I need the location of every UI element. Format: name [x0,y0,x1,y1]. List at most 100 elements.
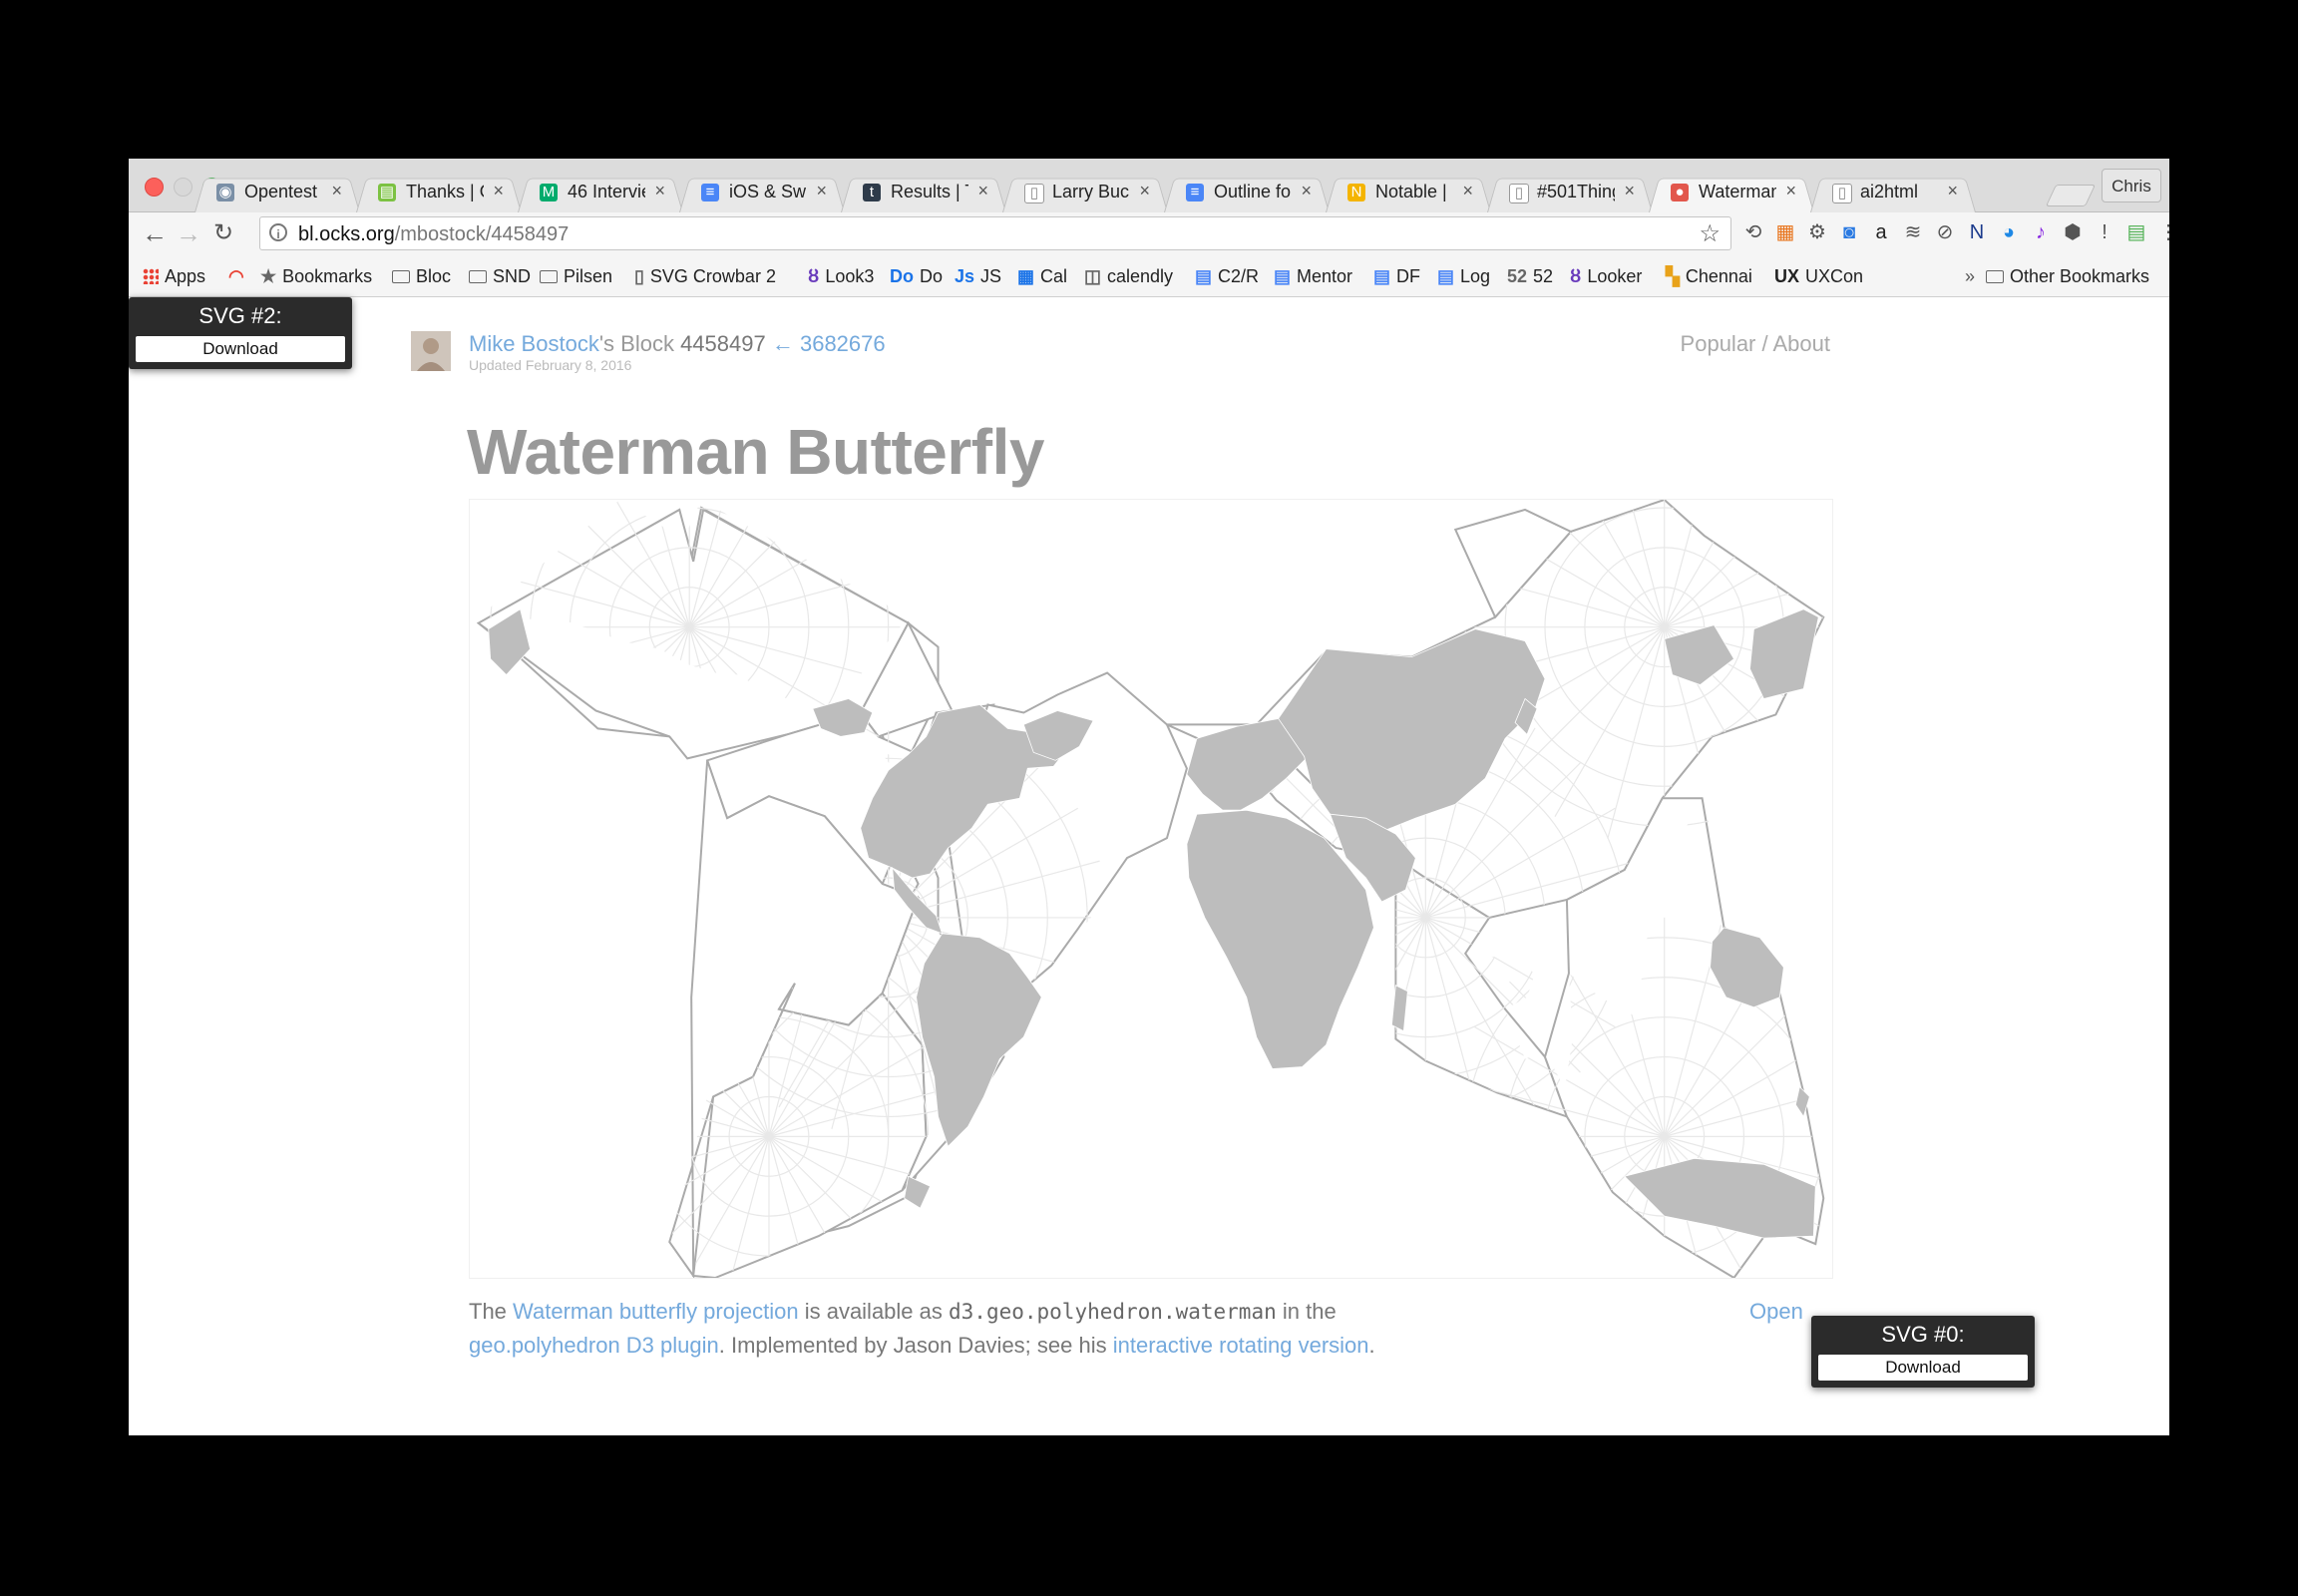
tab-8[interactable]: N Notable | H × [1326,173,1491,212]
grid-color-icon: ▚ [1666,266,1680,286]
rotating-version-link[interactable]: interactive rotating version [1113,1333,1369,1358]
bookmark-c2-r[interactable]: ▤ C2/R [1195,266,1259,287]
tab-close-icon[interactable]: × [654,181,665,201]
tab-3[interactable]: M 46 Intervie × [518,173,683,212]
tab-1[interactable]: ◉ Opentest - × [194,173,360,212]
reload-button[interactable]: ↻ [207,218,239,247]
exclamation-icon[interactable]: ! [2092,219,2117,245]
bookmark-df[interactable]: ▤ DF [1373,266,1420,287]
new-tab-button[interactable] [2045,185,2097,206]
bookmark-log[interactable]: ▤ Log [1437,266,1490,287]
bookmark-bloc[interactable]: Bloc [392,266,451,287]
open-link[interactable]: Open [1749,1295,1803,1329]
other-bookmarks[interactable]: Other Bookmarks [1986,266,2149,287]
globe-icon[interactable]: ◕ [1996,219,2022,245]
url-text[interactable]: bl.ocks.org/mbostock/4458497 [298,223,569,246]
tab-4[interactable]: ≡ iOS & Swift × [679,173,845,212]
bookmark-chennai[interactable]: ▚ Chennai [1666,266,1752,287]
tab-11[interactable]: ▯ ai2html × [1810,173,1976,212]
tab-10[interactable]: ● Waterman × [1649,173,1814,212]
author-link[interactable]: Mike Bostock [469,331,599,356]
calendar-icon: ▦ [1017,266,1035,286]
tab-close-icon[interactable]: × [1462,181,1473,201]
bookmark-label: C2/R [1218,266,1260,286]
parent-block-link[interactable]: 3682676 [800,331,886,356]
plugin-link[interactable]: geo.polyhedron D3 plugin [469,1333,719,1358]
bookmark-star-icon[interactable]: ☆ [1699,219,1721,248]
folder-icon [540,270,558,283]
tab-title: Results | T [891,182,968,201]
top-nav-links[interactable]: Popular / About [1681,331,1830,357]
folder-icon [469,270,487,283]
bookmark-unnamed[interactable]: ◠ [228,266,250,287]
ux-icon: UX [1774,266,1800,286]
bookmark-52[interactable]: 52 52 [1507,266,1553,287]
bookmark-do[interactable]: Do Do [890,266,943,287]
projection-link[interactable]: Waterman butterfly projection [513,1299,799,1324]
bookmark-uxcon[interactable]: UX UXCon [1774,266,1863,287]
waterman-butterfly-map [476,498,1825,1280]
buffer-icon[interactable]: ≋ [1900,219,1926,245]
tab-2[interactable]: ▤ Thanks | O × [356,173,522,212]
tab-close-icon[interactable]: × [1785,181,1796,201]
sync-icon[interactable]: ⟲ [1740,219,1766,245]
svg-crowbar-panel-0: SVG #0: Download [1811,1316,2035,1388]
tab-favicon-icon: ▤ [378,184,396,201]
forward-button[interactable]: → [173,218,204,249]
tab-favicon-icon: ▯ [1024,184,1044,203]
block-id: 4458497 [680,331,766,356]
close-window-button[interactable] [145,178,164,197]
bookmark-looker[interactable]: ȣ Looker [1570,266,1642,287]
bookmark-svg-crowbar-2[interactable]: ▯ SVG Crowbar 2 [634,266,776,287]
tab-favicon-icon: ≡ [1186,184,1204,201]
bookmark-mentor[interactable]: ▤ Mentor [1274,266,1352,287]
bookmark-look3[interactable]: ȣ Look3 [808,266,874,287]
bookmark-label: calendly [1107,266,1174,286]
tab-close-icon[interactable]: × [1301,181,1312,201]
new-badge-icon[interactable]: ▦ [1772,219,1798,245]
bookmark-calendly[interactable]: ◫ calendly [1084,266,1173,287]
bookmarks-overflow-chevron-icon[interactable]: » [1965,266,1975,287]
hexagon-icon[interactable]: ⬢ [2060,219,2086,245]
tab-9[interactable]: ▯ #501Thing × [1487,173,1653,212]
tab-close-icon[interactable]: × [816,181,827,201]
looker-icon: ȣ [808,266,820,286]
back-button[interactable]: ← [139,218,171,249]
info-icon[interactable]: i [269,223,287,241]
tab-favicon-icon: ≡ [701,184,719,201]
tab-close-icon[interactable]: × [1947,181,1958,201]
tab-close-icon[interactable]: × [1624,181,1635,201]
n-icon[interactable]: N [1964,219,1990,245]
download-button-2[interactable]: Download [136,336,345,362]
amazon-icon[interactable]: a [1868,219,1894,245]
tab-5[interactable]: t Results | T × [841,173,1006,212]
download-button-0[interactable]: Download [1818,1355,2028,1381]
tab-favicon-icon: N [1347,184,1365,201]
tab-close-icon[interactable]: × [977,181,988,201]
bookmark-pilsen[interactable]: Pilsen [540,266,612,287]
bookmark-cal[interactable]: ▦ Cal [1017,266,1067,287]
disable-icon[interactable]: ⊘ [1932,219,1958,245]
tab-7[interactable]: ≡ Outline for × [1164,173,1330,212]
gear-icon[interactable]: ⚙ [1804,219,1830,245]
notification-icon[interactable]: ◙ [1836,219,1862,245]
address-bar[interactable]: i bl.ocks.org/mbostock/4458497 ☆ [259,216,1731,250]
profile-button[interactable]: Chris [2102,169,2161,202]
bookmark-bookmarks[interactable]: ★ Bookmarks [260,266,372,287]
tab-close-icon[interactable]: × [331,181,342,201]
tab-close-icon[interactable]: × [1139,181,1150,201]
sheet-icon[interactable]: ▤ [2123,219,2149,245]
music-icon[interactable]: ♪ [2028,219,2054,245]
desc-text-3: . Implemented by Jason Davies; see his [718,1333,1107,1358]
minimize-window-button[interactable] [174,178,192,197]
page-title: Waterman Butterfly [467,416,1044,488]
url-path: /mbostock/4458497 [394,223,570,245]
bookmark-apps[interactable]: Apps [143,266,205,287]
tab-close-icon[interactable]: × [493,181,504,201]
bookmark-js[interactable]: Js JS [955,266,1001,287]
menu-icon[interactable]: ⋮ [2155,219,2169,245]
browser-window: ◉Opentest -×▤Thanks | O×M46 Intervie×≡iO… [129,159,2169,1435]
bookmark-snd[interactable]: SND [469,266,531,287]
avatar[interactable] [411,331,451,371]
tab-6[interactable]: ▯ Larry Buch × [1002,173,1168,212]
